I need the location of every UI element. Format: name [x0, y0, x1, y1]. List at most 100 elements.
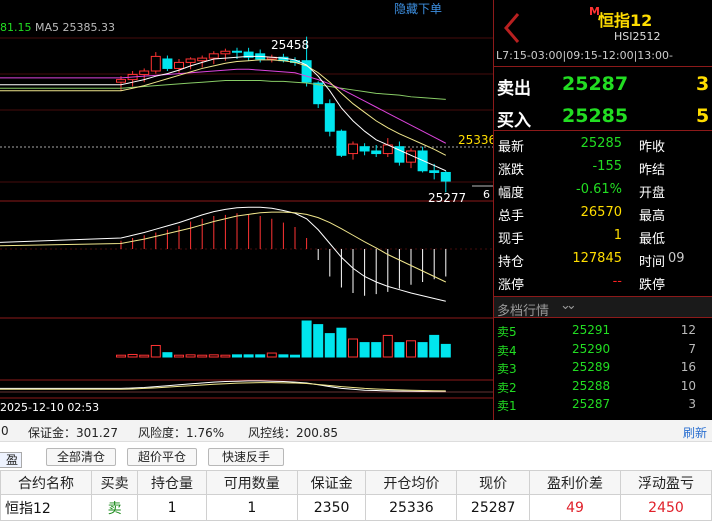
depth-header[interactable]: 多档行情 ⌄⌄	[494, 296, 712, 319]
candle-body	[116, 79, 126, 83]
quote-value: 26570	[580, 205, 622, 220]
bid-row[interactable]: 买入 25285 5	[494, 102, 712, 131]
orderbook-level: 卖3	[497, 362, 517, 376]
column-header[interactable]: 保证金	[296, 470, 367, 495]
candle-body	[359, 146, 370, 152]
table-cell: 2350	[296, 494, 367, 521]
margin-text: 保证金：301.27	[28, 426, 118, 440]
chevron-left-icon	[504, 13, 520, 43]
column-header[interactable]: 开仓均价	[365, 470, 458, 495]
positions-table: 合约名称 买卖 持仓量 可用数量 保证金 开仓均价 现价 盈利价差 浮动盈亏 恒指12 卖 1 1 23…	[0, 470, 712, 521]
candle-body	[150, 55, 161, 72]
double-chevron-down-icon: ⌄⌄	[560, 298, 577, 313]
volume-bar	[255, 354, 266, 358]
ask-price: 25287	[562, 73, 629, 95]
quote-label: 幅度	[498, 186, 525, 201]
orderbook-level: 卖5	[497, 325, 517, 339]
candle-body	[348, 143, 358, 155]
volume-bar	[336, 327, 347, 358]
table-cell: 恒指12	[0, 494, 92, 521]
quote-value: 25285	[580, 136, 622, 151]
volume-bar	[440, 343, 451, 358]
volume-bar	[197, 354, 208, 358]
candle-body	[162, 58, 173, 69]
table-cell: 25287	[456, 494, 531, 521]
quote-value-2: 09	[668, 251, 685, 266]
quote-value: --	[612, 274, 622, 289]
candle-body	[197, 57, 208, 62]
quick-reverse-button[interactable]: 快速反手	[208, 448, 284, 466]
low-price-label: 25277	[428, 191, 466, 205]
candle-body	[174, 61, 184, 69]
table-row[interactable]: 恒指12 卖 1 1 2350 25336 25287 49 2450	[0, 494, 712, 521]
close-all-button[interactable]: 全部清仓	[46, 448, 116, 466]
table-cell: 49	[529, 494, 621, 521]
volume-bar	[266, 352, 277, 358]
kline-chart[interactable]: 81.15 MA5 25385.33 隐藏下单 25458 25336 2527…	[0, 0, 493, 420]
volume-bar	[220, 354, 231, 358]
volume-bar	[394, 342, 405, 358]
orderbook-level: 卖2	[497, 380, 517, 395]
quote-label: 持仓	[498, 255, 525, 270]
orderbook-level: 卖4	[497, 343, 517, 358]
hide-order-link[interactable]: 隐藏下单	[394, 2, 442, 16]
ma-value-left: 81.15	[0, 21, 32, 34]
volume-bar	[371, 342, 382, 358]
candle-body	[185, 58, 196, 63]
refresh-link[interactable]: 刷新	[683, 424, 707, 441]
contract-code: HSI2512	[614, 30, 661, 43]
volume-bar	[150, 344, 161, 358]
candle	[324, 99, 335, 137]
column-header[interactable]: 持仓量	[137, 470, 207, 495]
ask-row[interactable]: 卖出 25287 3	[494, 70, 712, 99]
quote-value: 1	[613, 228, 622, 243]
quote-label: 涨跌	[498, 163, 525, 178]
candle-body	[440, 171, 451, 182]
volume-bar	[127, 353, 138, 358]
orderbook-volume: 10	[680, 378, 696, 393]
orderbook-volume: 16	[680, 360, 696, 374]
tab-profit[interactable]: 盈	[0, 452, 22, 468]
quote-label: 现手	[498, 232, 525, 247]
quote-label: 涨停	[498, 278, 525, 293]
over-price-close-button[interactable]: 超价平仓	[127, 448, 197, 466]
ma5-indicator: MA5 25385.33	[35, 21, 115, 34]
quote-value: -0.61%	[576, 182, 622, 197]
table-cell: 1	[205, 494, 298, 521]
volume-bar	[313, 324, 324, 358]
volume-bar	[417, 342, 428, 358]
candle-body	[313, 82, 324, 105]
trading-sessions: L7:15-03:00|09:15-12:00|13:00-	[496, 49, 673, 62]
positions-header: 合约名称 买卖 持仓量 可用数量 保证金 开仓均价 现价 盈利价差 浮动盈亏	[0, 470, 712, 495]
candle-body	[232, 50, 242, 53]
trading-app: 81.15 MA5 25385.33 隐藏下单 25458 25336 2527…	[0, 0, 712, 526]
candle-body	[324, 103, 335, 132]
orderbook-price: 25289	[572, 360, 611, 374]
volume-bar	[139, 354, 150, 358]
column-header[interactable]: 合约名称	[0, 470, 92, 495]
quote-label-2: 昨结	[639, 163, 666, 178]
volume-bar	[243, 354, 254, 358]
quote-label: 最新	[498, 140, 525, 155]
candle-body	[208, 53, 219, 59]
volume-bar	[174, 354, 184, 358]
quote-label-2: 开盘	[639, 186, 666, 201]
volume-bar	[324, 333, 335, 358]
candle	[336, 129, 347, 158]
quote-label-2: 最低	[639, 232, 666, 247]
back-button[interactable]	[498, 8, 524, 48]
volume-bar	[162, 352, 173, 358]
volume-bar	[185, 354, 196, 358]
quote-label-2: 最高	[639, 209, 666, 224]
cursor-timestamp: 2025-12-10 02:53	[0, 401, 99, 414]
column-header[interactable]: 浮动盈亏	[619, 470, 712, 495]
column-header[interactable]: 盈利价差	[529, 470, 621, 495]
column-header[interactable]: 现价	[456, 470, 531, 495]
position-toolbar: 盈 全部清仓 超价平仓 快速反手	[0, 444, 712, 468]
risk-text: 风险度：1.76%	[138, 426, 225, 440]
column-header[interactable]: 买卖	[90, 470, 139, 495]
quote-label-2: 昨收	[639, 140, 666, 155]
volume-bar	[290, 354, 300, 358]
column-header[interactable]: 可用数量	[205, 470, 298, 495]
balance-tail: 0	[1, 424, 9, 438]
